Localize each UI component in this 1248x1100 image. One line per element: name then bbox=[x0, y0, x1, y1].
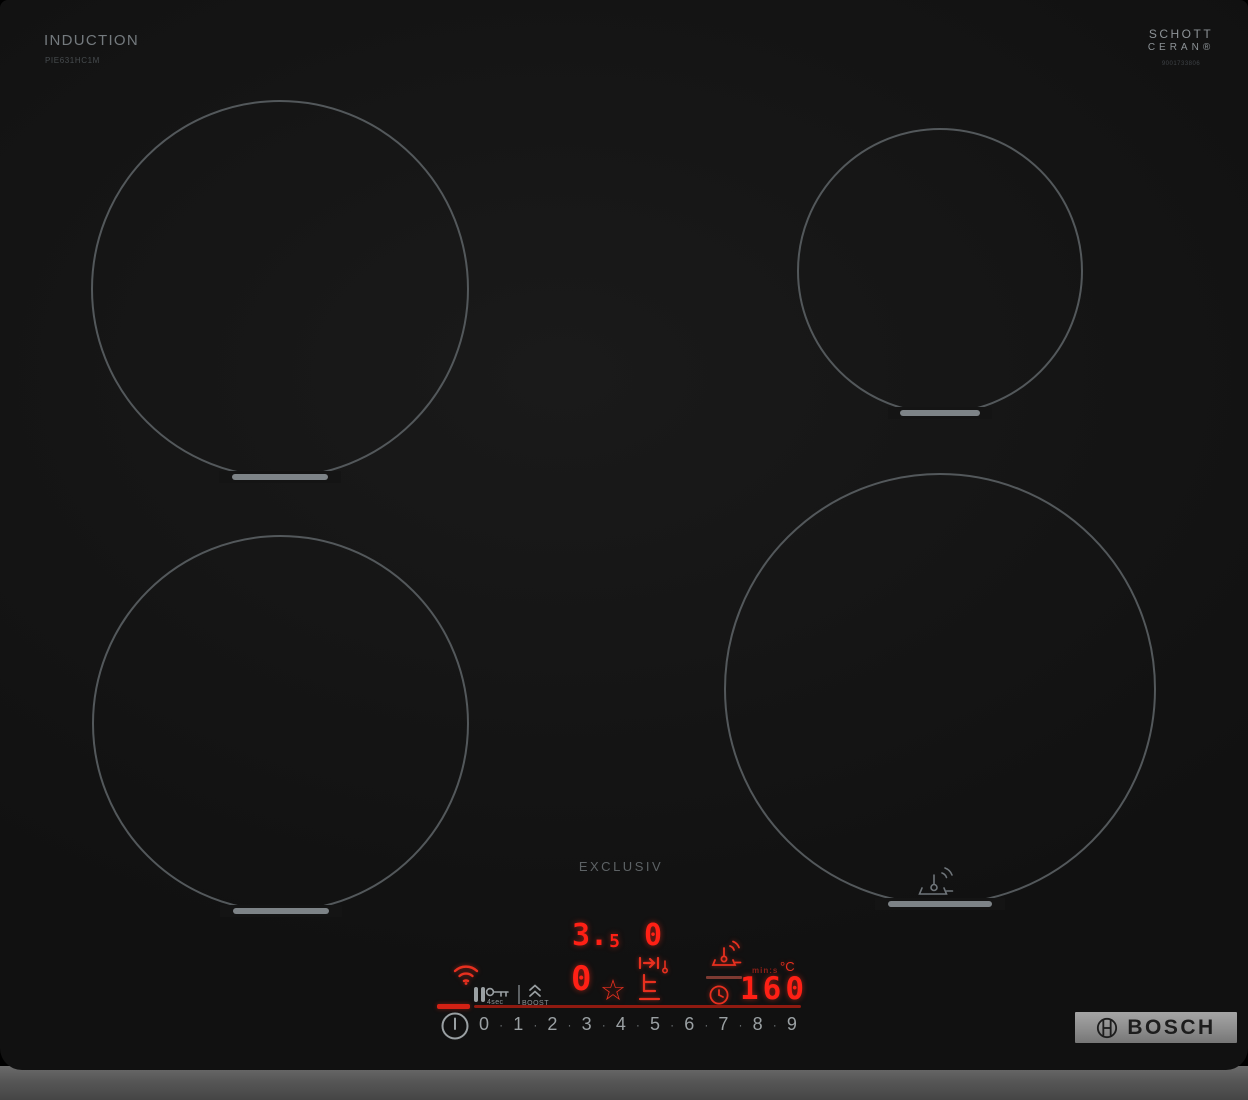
power-level-2[interactable]: 2 bbox=[547, 1014, 557, 1035]
panel-divider bbox=[518, 985, 520, 1004]
cooking-zone-bottom-left bbox=[92, 535, 469, 917]
pan-position-marker bbox=[232, 474, 328, 480]
model-number: PIE631HC1M bbox=[45, 56, 100, 65]
bosch-armature-icon bbox=[1097, 1017, 1118, 1038]
cooktop-product-image: INDUCTION PIE631HC1M SCHOTT CERAN® 90017… bbox=[0, 0, 1248, 1100]
frying-sensor-icon bbox=[914, 864, 956, 907]
glass-brand-line1: SCHOTT bbox=[1148, 27, 1214, 41]
bosch-logo-badge: BOSCH bbox=[1075, 1012, 1237, 1043]
timer-display-left: 3. 5 bbox=[572, 921, 620, 951]
favorite-star-icon[interactable]: ☆ bbox=[600, 977, 626, 1006]
product-line-label: INDUCTION bbox=[44, 32, 140, 49]
cooking-zone-top-right bbox=[797, 128, 1083, 419]
pan-position-marker bbox=[232, 908, 329, 914]
power-level-9[interactable]: 9 bbox=[787, 1014, 797, 1035]
power-level-3[interactable]: 3 bbox=[582, 1014, 592, 1035]
timer-left-int: 3. bbox=[572, 918, 609, 953]
level-separator-dot: · bbox=[533, 1017, 538, 1032]
pause-icon[interactable] bbox=[474, 987, 485, 1002]
power-level-1[interactable]: 1 bbox=[513, 1014, 523, 1035]
power-level-7[interactable]: 7 bbox=[718, 1014, 728, 1035]
frying-sensor-active-icon bbox=[708, 939, 742, 978]
bosch-logo-text: BOSCH bbox=[1127, 1015, 1216, 1039]
glass-brand-code: 9001733806 bbox=[1161, 61, 1201, 67]
power-slider-track[interactable] bbox=[474, 1005, 801, 1008]
level-separator-dot: · bbox=[499, 1017, 504, 1032]
front-trim-strip bbox=[0, 1066, 1248, 1100]
level-separator-dot: · bbox=[670, 1017, 675, 1032]
power-level-4[interactable]: 4 bbox=[616, 1014, 626, 1035]
cooking-zone-top-left bbox=[91, 100, 469, 483]
power-level-scale: 0 · 1 · 2 · 3 · 4 · 5 · 6 · 7 · 8 · 9 bbox=[479, 1014, 797, 1035]
power-button[interactable] bbox=[440, 1011, 470, 1046]
power-level-5[interactable]: 5 bbox=[650, 1014, 660, 1035]
timer-display-right: 0 bbox=[644, 918, 663, 953]
level-separator-dot: · bbox=[601, 1017, 606, 1032]
level-separator-dot: · bbox=[635, 1017, 640, 1032]
temperature-display: 160 bbox=[740, 971, 808, 1007]
sensor-separator-line bbox=[706, 976, 742, 979]
power-slider-active-segment[interactable] bbox=[437, 1004, 470, 1009]
level-separator-dot: · bbox=[567, 1017, 572, 1032]
move-timer-thermometer-icon bbox=[636, 955, 672, 1010]
power-level-8[interactable]: 8 bbox=[753, 1014, 763, 1035]
level-separator-dot: · bbox=[738, 1017, 743, 1032]
glass-brand-line2: CERAN® bbox=[1147, 42, 1215, 53]
level-separator-dot: · bbox=[772, 1017, 777, 1032]
series-label: EXCLUSIV bbox=[578, 859, 664, 874]
level-separator-dot: · bbox=[704, 1017, 709, 1032]
pause-bar bbox=[474, 987, 478, 1002]
power-level-6[interactable]: 6 bbox=[684, 1014, 694, 1035]
pan-position-marker bbox=[900, 410, 980, 416]
power-level-display: 0 bbox=[571, 959, 592, 999]
glass-brand-logo: SCHOTT CERAN® 9001733806 bbox=[1144, 27, 1218, 67]
ceramic-glass-surface: INDUCTION PIE631HC1M SCHOTT CERAN® 90017… bbox=[0, 0, 1248, 1070]
timer-left-dec: 5 bbox=[609, 931, 620, 952]
cooking-zone-bottom-right bbox=[724, 473, 1156, 910]
power-level-0[interactable]: 0 bbox=[479, 1014, 489, 1035]
